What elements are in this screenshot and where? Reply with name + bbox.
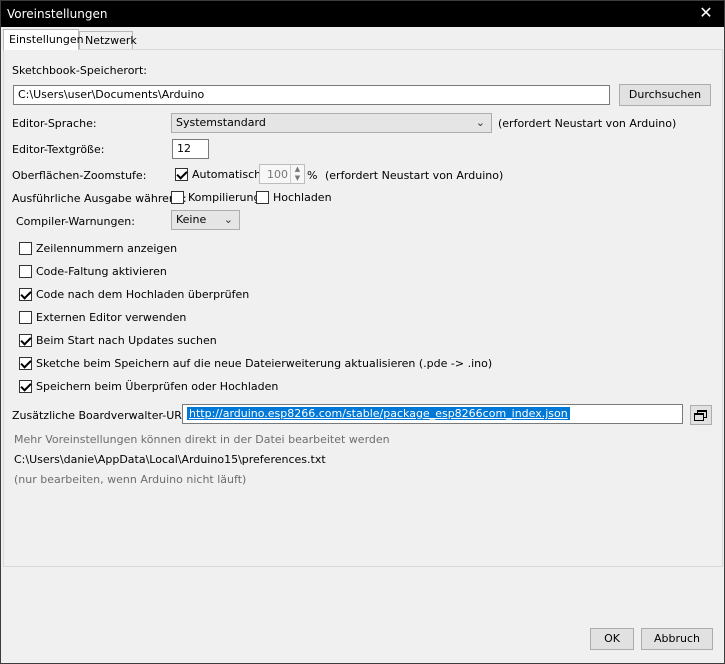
option-line-numbers[interactable]: Zeilennummern anzeigen	[19, 241, 219, 257]
font-size-label: Editor-Textgröße:	[12, 143, 105, 156]
zoom-label: Oberflächen-Zoomstufe:	[12, 169, 147, 182]
verbose-compile-check[interactable]	[171, 191, 184, 204]
chevron-down-icon: ⌄	[475, 116, 485, 129]
preferences-dialog: Voreinstellungen ✕ Einstellungen Netzwer…	[0, 0, 725, 664]
option-external-editor[interactable]: Externen Editor verwenden	[19, 310, 219, 326]
verbose-upload-label: Hochladen	[273, 191, 332, 204]
browse-button[interactable]: Durchsuchen	[619, 84, 711, 106]
option-verify-check[interactable]	[19, 288, 32, 301]
option-save-on-verify[interactable]: Speichern beim Überprüfen oder Hochladen	[19, 379, 279, 395]
board-urls-label: Zusätzliche Boardverwalter-URLs:	[12, 409, 198, 422]
editor-language-note: (erfordert Neustart von Arduino)	[498, 117, 677, 130]
option-code-folding[interactable]: Code-Faltung aktivieren	[19, 264, 219, 280]
window-title: Voreinstellungen	[7, 7, 108, 21]
option-update-extension-check[interactable]	[19, 357, 32, 370]
editor-language-value: Systemstandard	[176, 116, 266, 129]
sketchbook-label: Sketchbook-Speicherort:	[12, 64, 147, 77]
option-line-numbers-label: Zeilennummern anzeigen	[36, 242, 178, 255]
zoom-value: 100	[267, 168, 288, 181]
font-size-input[interactable]: 12	[172, 139, 209, 159]
tab-netzwerk[interactable]: Netzwerk	[79, 31, 137, 49]
window-list-icon[interactable]	[690, 405, 712, 425]
option-external-editor-check[interactable]	[19, 311, 32, 324]
compiler-warnings-value: Keine	[176, 213, 207, 226]
option-update-extension-label: Sketche beim Speichern auf die neue Date…	[36, 357, 493, 370]
zoom-auto-checkbox[interactable]: Automatisch	[175, 167, 265, 183]
title-bar: Voreinstellungen ✕	[1, 1, 724, 27]
compiler-warnings-label: Compiler-Warnungen:	[16, 215, 135, 228]
sketchbook-path-input[interactable]: C:\Users\user\Documents\Arduino	[13, 85, 610, 105]
editor-language-select[interactable]: Systemstandard ⌄	[171, 113, 492, 133]
zoom-auto-label: Automatisch	[192, 168, 262, 181]
zoom-auto-check[interactable]	[175, 168, 188, 181]
verbose-label: Ausführliche Ausgabe während:	[12, 192, 187, 205]
option-verify-label: Code nach dem Hochladen überprüfen	[36, 288, 250, 301]
verbose-upload-check[interactable]	[256, 191, 269, 204]
editor-language-label: Editor-Sprache:	[12, 117, 97, 130]
option-verify-after-upload[interactable]: Code nach dem Hochladen überprüfen	[19, 287, 279, 303]
verbose-compile-checkbox[interactable]: Kompilierung	[171, 190, 260, 206]
zoom-note: (erfordert Neustart von Arduino)	[325, 169, 504, 182]
settings-panel: Sketchbook-Speicherort: C:\Users\user\Do…	[3, 49, 723, 567]
option-check-updates-check[interactable]	[19, 334, 32, 347]
option-external-editor-label: Externen Editor verwenden	[36, 311, 187, 324]
option-save-on-verify-label: Speichern beim Überprüfen oder Hochladen	[36, 380, 279, 393]
tab-einstellungen[interactable]: Einstellungen	[3, 29, 84, 50]
compiler-warnings-select[interactable]: Keine ⌄	[171, 210, 240, 230]
verbose-upload-checkbox[interactable]: Hochladen	[256, 190, 332, 206]
ok-button[interactable]: OK	[590, 628, 634, 650]
spinner-arrows-icon[interactable]: ▲ ▼	[290, 165, 304, 183]
board-urls-input[interactable]: http://arduino.esp8266.com/stable/packag…	[182, 404, 683, 424]
option-code-folding-check[interactable]	[19, 265, 32, 278]
cancel-button[interactable]: Abbruch	[641, 628, 713, 650]
option-check-updates[interactable]: Beim Start nach Updates suchen	[19, 333, 239, 349]
info-more-settings: Mehr Voreinstellungen können direkt in d…	[14, 433, 390, 446]
zoom-unit: %	[307, 169, 318, 182]
option-update-extension[interactable]: Sketche beim Speichern auf die neue Date…	[19, 356, 499, 372]
option-check-updates-label: Beim Start nach Updates suchen	[36, 334, 217, 347]
option-save-on-verify-check[interactable]	[19, 380, 32, 393]
board-urls-value: http://arduino.esp8266.com/stable/packag…	[187, 407, 570, 420]
option-code-folding-label: Code-Faltung aktivieren	[36, 265, 167, 278]
info-preferences-path[interactable]: C:\Users\danie\AppData\Local\Arduino15\p…	[14, 453, 326, 466]
option-line-numbers-check[interactable]	[19, 242, 32, 255]
zoom-spinner[interactable]: 100 ▲ ▼	[259, 164, 305, 184]
verbose-compile-label: Kompilierung	[188, 191, 261, 204]
info-edit-note: (nur bearbeiten, wenn Arduino nicht läuf…	[14, 473, 247, 486]
chevron-down-icon: ⌄	[223, 213, 233, 226]
close-icon[interactable]: ✕	[696, 3, 716, 23]
